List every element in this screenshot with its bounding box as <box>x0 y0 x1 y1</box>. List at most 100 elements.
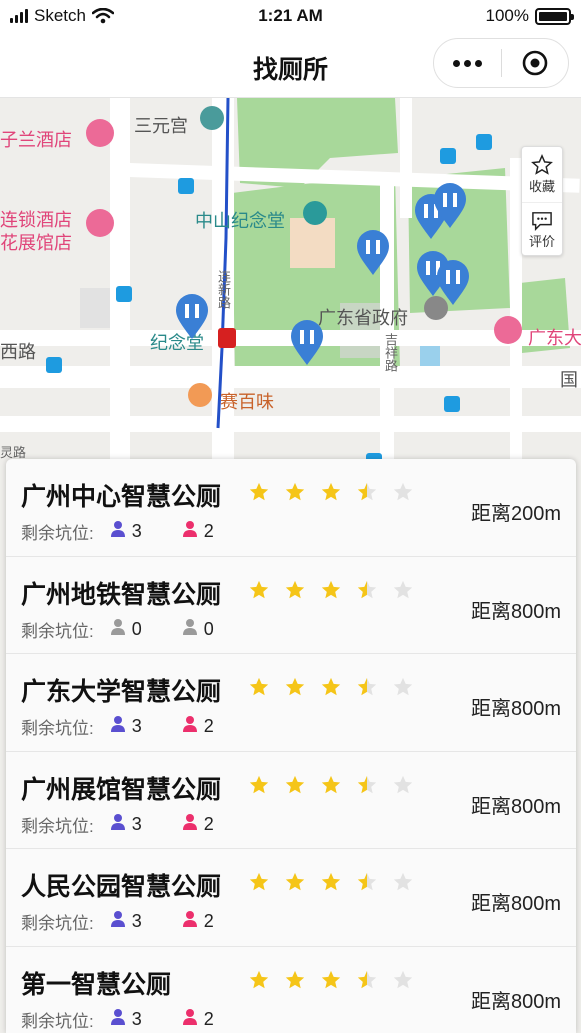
toilet-name: 广州展馆智慧公厕 <box>21 775 222 804</box>
toilet-name: 广东大学智慧公厕 <box>21 678 222 706</box>
status-right: 100% <box>486 6 574 26</box>
toilet-pin-icon[interactable] <box>175 294 209 340</box>
star-filled-icon <box>285 775 305 793</box>
review-button[interactable]: 评价 <box>522 202 562 257</box>
star-half-icon <box>357 775 377 793</box>
male-stalls: 0 <box>110 618 142 641</box>
star-filled-icon <box>249 580 269 598</box>
toilet-list[interactable]: 广州中心智慧公厕 距离200m 剩余坑位: 3 2 广州地铁智慧公厕 距离800m 剩余坑位:… <box>6 459 576 1033</box>
star-filled-icon <box>321 482 341 501</box>
female-stalls: 2 <box>182 1008 214 1031</box>
distance-label: 距离200m <box>470 503 561 525</box>
male-count: 3 <box>131 521 142 541</box>
male-icon <box>110 813 126 836</box>
star-filled-icon <box>285 677 305 696</box>
female-stalls: 2 <box>182 910 214 933</box>
rating-stars <box>248 579 414 601</box>
remaining-label: 剩余坑位: <box>21 719 94 738</box>
star-filled-icon <box>285 872 305 891</box>
rating-stars <box>248 676 414 698</box>
male-stalls: 3 <box>110 910 142 933</box>
map-label-xilu: 西路 <box>0 342 36 362</box>
toilet-pin-icon[interactable] <box>356 230 390 276</box>
female-stalls: 2 <box>182 813 214 836</box>
remaining-stalls: 剩余坑位: 3 2 <box>21 519 214 544</box>
male-icon <box>110 715 126 738</box>
rating-stars <box>248 871 414 893</box>
distance-label: 距离800m <box>470 698 561 720</box>
nav-bar: 找厕所 <box>0 34 581 98</box>
female-icon <box>182 618 198 641</box>
remaining-stalls: 剩余坑位: 0 0 <box>21 617 214 642</box>
remaining-stalls: 剩余坑位: 3 2 <box>21 812 214 837</box>
male-stalls: 3 <box>110 1008 142 1031</box>
female-icon <box>182 715 198 738</box>
male-icon <box>110 520 126 543</box>
male-icon <box>110 910 126 933</box>
toilet-pin-icon[interactable] <box>436 260 470 306</box>
close-miniprogram-button[interactable] <box>502 49 569 77</box>
map-label-guangdong-right: 广东大 <box>528 328 581 348</box>
star-filled-icon <box>249 775 269 793</box>
list-item[interactable]: 人民公园智慧公厕距离800m 剩余坑位: 3 2 <box>6 849 576 947</box>
mini-program-capsule <box>433 38 569 88</box>
male-count: 3 <box>131 1008 142 1029</box>
star-filled-icon <box>321 872 341 891</box>
female-count: 0 <box>203 618 214 639</box>
star-filled-icon <box>321 775 341 793</box>
female-icon <box>182 813 198 836</box>
distance-label: 距离800m <box>470 795 561 818</box>
female-count: 2 <box>203 521 214 541</box>
list-item[interactable]: 第一智慧公厕 距离800m 剩余坑位: 3 2 <box>6 947 576 1033</box>
male-icon <box>110 618 126 641</box>
star-outline-icon <box>531 154 553 175</box>
favorite-button[interactable]: 收藏 <box>522 147 562 202</box>
toilet-pin-icon[interactable] <box>433 183 467 229</box>
list-item[interactable]: 广州地铁智慧公厕 距离800m 剩余坑位: 0 0 <box>6 557 576 654</box>
star-half-icon <box>357 970 377 988</box>
female-stalls: 2 <box>182 520 214 543</box>
star-filled-icon <box>321 970 341 988</box>
map-label-gov: 广东省政府 <box>318 308 408 328</box>
list-item[interactable]: 广州中心智慧公厕 距离200m 剩余坑位: 3 2 <box>6 459 576 557</box>
rating-stars <box>248 969 414 991</box>
female-count: 2 <box>203 1008 214 1029</box>
remaining-label: 剩余坑位: <box>21 816 94 836</box>
male-count: 3 <box>131 716 142 736</box>
list-item[interactable]: 广州展馆智慧公厕距离800m 剩余坑位: 3 2 <box>6 752 576 849</box>
male-icon <box>110 1008 126 1031</box>
map-label-hotel1: 子兰酒店 <box>0 130 72 150</box>
status-bar: Sketch 1:21 AM 100% <box>0 0 581 34</box>
target-icon <box>522 50 548 76</box>
map-label-saibaiwei: 赛百味 <box>220 392 274 412</box>
male-stalls: 3 <box>110 715 142 738</box>
remaining-stalls: 剩余坑位: 3 2 <box>21 909 214 934</box>
map-label-jixianglu: 吉祥路 <box>383 333 398 372</box>
comment-icon <box>532 211 552 231</box>
map-label-sanyuangong: 三元宫 <box>134 116 188 136</box>
distance-label: 距离800m <box>470 893 561 915</box>
star-half-icon <box>357 580 377 598</box>
favorite-label: 收藏 <box>528 179 555 194</box>
female-count: 2 <box>203 716 214 736</box>
remaining-stalls: 剩余坑位: 3 2 <box>21 1007 214 1032</box>
male-count: 0 <box>131 618 142 639</box>
remaining-label: 剩余坑位: <box>21 524 94 543</box>
toilet-name: 人民公园智慧公厕 <box>21 873 222 901</box>
list-item[interactable]: 广东大学智慧公厕距离800m 剩余坑位: 3 2 <box>6 654 576 752</box>
remaining-label: 剩余坑位: <box>21 914 94 933</box>
star-filled-icon <box>285 580 305 598</box>
star-half-icon <box>357 872 377 891</box>
map-label-hotel2-line2: 花展馆店 <box>0 233 72 253</box>
female-count: 2 <box>203 813 214 834</box>
remaining-label: 剩余坑位: <box>21 621 94 641</box>
star-empty-icon <box>393 677 413 696</box>
map-side-tools: 收藏 评价 <box>521 146 563 256</box>
star-filled-icon <box>321 580 341 598</box>
more-icon[interactable] <box>434 59 501 67</box>
toilet-pin-icon[interactable] <box>290 320 324 366</box>
star-filled-icon <box>249 482 269 501</box>
toilet-name: 第一智慧公厕 <box>21 970 172 999</box>
star-empty-icon <box>393 580 413 598</box>
rating-stars <box>248 774 414 796</box>
